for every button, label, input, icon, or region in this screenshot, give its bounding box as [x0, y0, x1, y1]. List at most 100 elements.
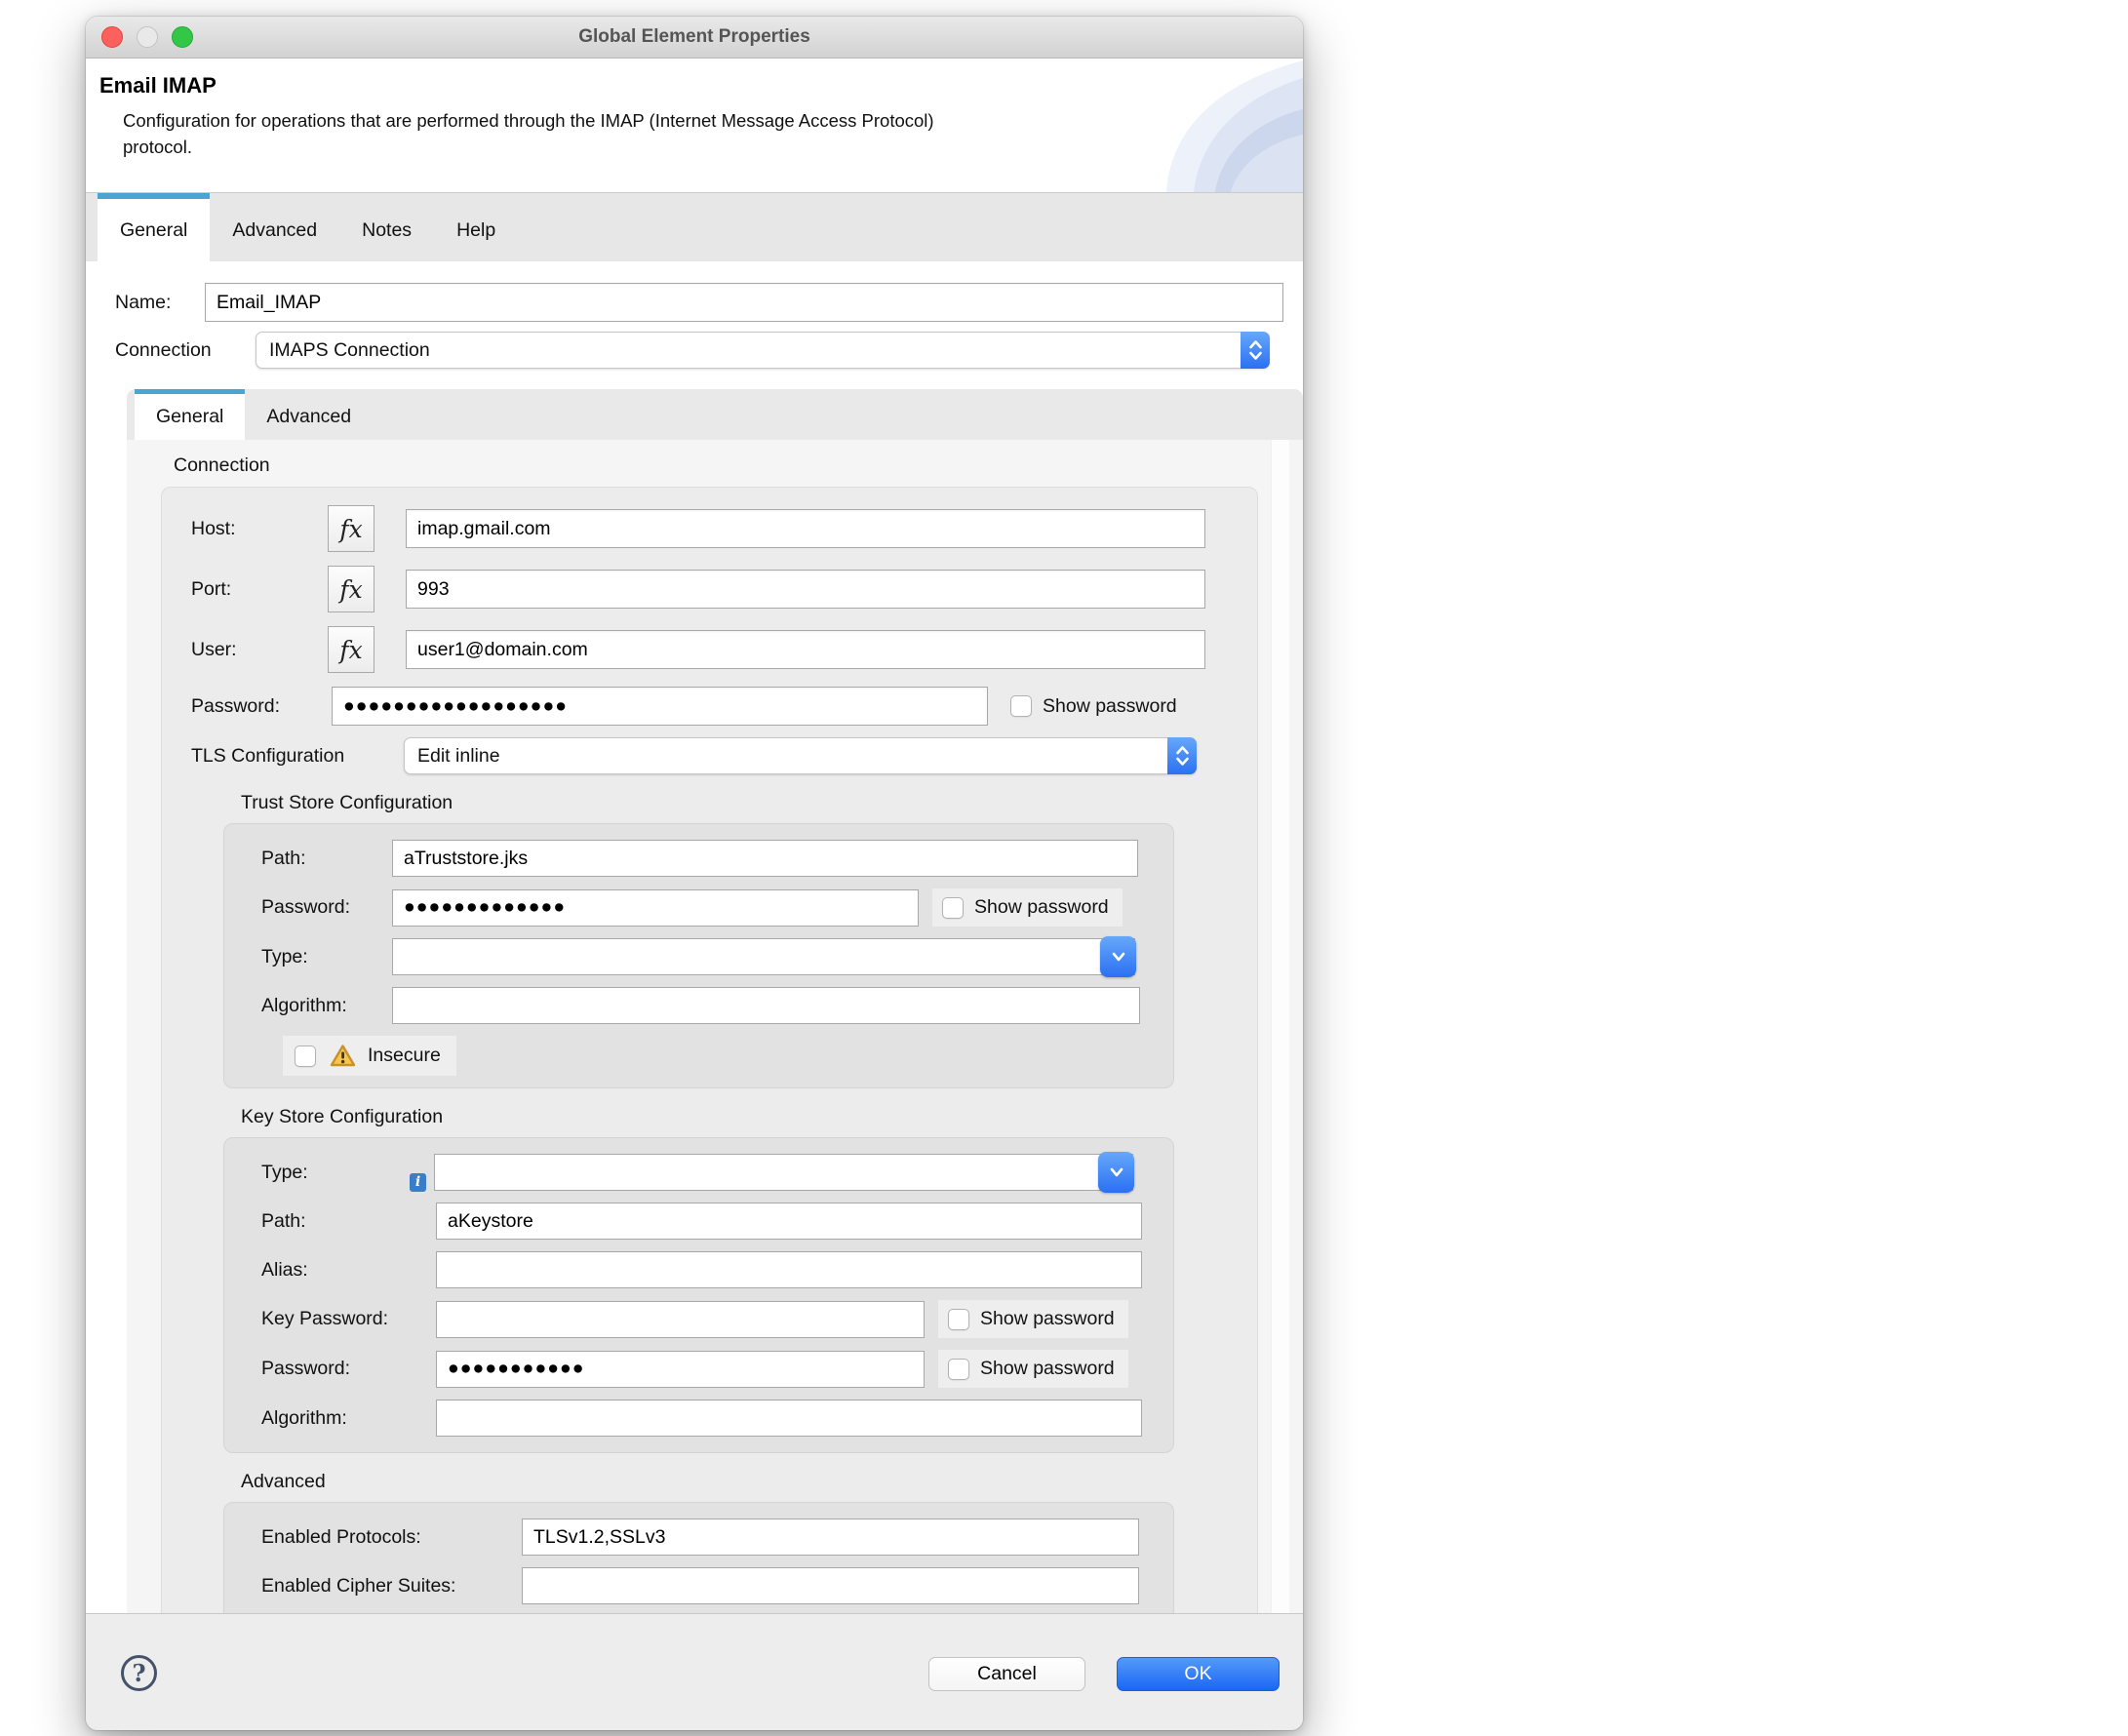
key-password-input[interactable]	[436, 1300, 925, 1338]
show-password-group: Show password	[932, 888, 1123, 927]
key-password-label: Key Password:	[261, 1308, 389, 1329]
help-button[interactable]: ?	[121, 1655, 157, 1691]
connection-group-box: Host: fx Port: fx User: fx	[161, 487, 1258, 1613]
key-password-row: Key Password: Show password	[261, 1300, 1173, 1338]
insecure-group: Insecure	[283, 1036, 456, 1076]
trust-type-row: Type:	[261, 936, 1173, 977]
user-input[interactable]	[406, 630, 1205, 669]
connection-select-value: IMAPS Connection	[269, 338, 430, 361]
connection-config-panel: General Advanced Connection Host: fx Po	[127, 389, 1303, 1613]
name-input[interactable]	[205, 283, 1283, 322]
password-label: Password:	[191, 694, 281, 717]
scrollbar-track[interactable]	[1271, 440, 1289, 1613]
insecure-row: Insecure	[261, 1036, 1173, 1076]
trust-store-group-label: Trust Store Configuration	[241, 792, 453, 813]
tab-notes[interactable]: Notes	[339, 193, 434, 261]
fx-icon: fx	[339, 635, 363, 664]
name-row: Name:	[115, 283, 1303, 322]
trust-show-password-checkbox[interactable]	[942, 896, 964, 919]
host-row: Host: fx	[191, 505, 1257, 552]
trust-path-input[interactable]	[392, 840, 1138, 877]
key-alias-row: Alias:	[261, 1251, 1173, 1288]
password-input[interactable]	[332, 687, 988, 726]
keystore-password-show-checkbox[interactable]	[948, 1358, 969, 1380]
key-type-row: Type: i	[261, 1152, 1173, 1193]
host-input[interactable]	[406, 509, 1205, 548]
advanced-group-box: Enabled Protocols: Enabled Cipher Suites…	[223, 1502, 1174, 1613]
inner-tabbar: General Advanced	[127, 389, 1303, 440]
warning-icon	[330, 1044, 356, 1068]
fx-expression-button-host[interactable]: fx	[328, 505, 374, 552]
fx-expression-button-user[interactable]: fx	[328, 626, 374, 673]
insecure-checkbox[interactable]	[295, 1045, 316, 1067]
host-label: Host:	[191, 517, 236, 539]
chevron-down-icon	[1100, 936, 1136, 977]
trust-password-row: Password: Show password	[261, 888, 1173, 927]
trust-algorithm-row: Algorithm:	[261, 987, 1173, 1024]
inner-tab-general[interactable]: General	[135, 389, 246, 440]
titlebar[interactable]: Global Element Properties	[86, 17, 1303, 59]
minimize-button[interactable]	[137, 26, 158, 48]
desktop-background: Global Element Properties Email IMAP Con…	[0, 0, 2128, 1736]
password-row: Password: Show password	[191, 687, 1257, 726]
connection-label: Connection	[115, 338, 212, 361]
key-algorithm-input[interactable]	[436, 1400, 1142, 1437]
inner-tab-advanced[interactable]: Advanced	[245, 389, 373, 440]
enabled-protocols-input[interactable]	[522, 1519, 1139, 1556]
trust-path-label: Path:	[261, 847, 306, 869]
tab-advanced[interactable]: Advanced	[210, 193, 339, 261]
port-input[interactable]	[406, 570, 1205, 609]
dialog-description: Configuration for operations that are pe…	[123, 110, 934, 157]
key-alias-input[interactable]	[436, 1251, 1142, 1288]
stepper-icon	[1167, 737, 1197, 774]
user-row: User: fx	[191, 626, 1257, 673]
tab-general[interactable]: General	[98, 193, 211, 261]
enabled-cipher-suites-label: Enabled Cipher Suites:	[261, 1574, 456, 1597]
enabled-cipher-suites-input[interactable]	[522, 1567, 1139, 1604]
advanced-group-label: Advanced	[241, 1471, 326, 1492]
show-password-group: Show password	[938, 1350, 1128, 1388]
trust-type-combo[interactable]	[392, 936, 1136, 977]
key-password-show-checkbox[interactable]	[948, 1308, 969, 1330]
dialog-body: Name: Connection IMAPS Connection Ge	[86, 261, 1303, 1613]
main-fields: Name: Connection IMAPS Connection	[86, 261, 1303, 369]
trust-store-group-box: Path: Password: Show password	[223, 823, 1174, 1088]
ok-button[interactable]: OK	[1117, 1657, 1280, 1691]
trust-password-label: Password:	[261, 896, 351, 918]
window-title: Global Element Properties	[578, 26, 810, 47]
key-type-combo[interactable]	[434, 1152, 1134, 1193]
global-element-properties-dialog: Global Element Properties Email IMAP Con…	[86, 17, 1303, 1730]
cancel-button[interactable]: Cancel	[928, 1657, 1085, 1691]
key-algorithm-row: Algorithm:	[261, 1400, 1173, 1437]
fx-icon: fx	[339, 514, 363, 543]
insecure-label: Insecure	[368, 1045, 441, 1066]
enabled-protocols-row: Enabled Protocols:	[261, 1519, 1173, 1556]
keystore-password-input[interactable]	[436, 1350, 925, 1388]
port-label: Port:	[191, 577, 232, 600]
close-button[interactable]	[101, 26, 123, 48]
tab-help[interactable]: Help	[434, 193, 518, 261]
connection-select[interactable]: IMAPS Connection	[256, 332, 1270, 369]
port-row: Port: fx	[191, 566, 1257, 612]
fx-icon: fx	[339, 574, 363, 604]
show-password-checkbox[interactable]	[1010, 695, 1032, 717]
key-path-input[interactable]	[436, 1203, 1142, 1240]
tls-configuration-row: TLS Configuration Edit inline	[191, 737, 1257, 774]
key-path-row: Path:	[261, 1203, 1173, 1240]
show-password-label: Show password	[980, 1358, 1115, 1379]
fx-expression-button-port[interactable]: fx	[328, 566, 374, 612]
trust-password-input[interactable]	[392, 888, 919, 927]
enabled-protocols-label: Enabled Protocols:	[261, 1525, 421, 1548]
trust-type-label: Type:	[261, 945, 308, 967]
question-mark-icon: ?	[132, 1659, 146, 1687]
trust-algorithm-input[interactable]	[392, 987, 1140, 1024]
show-password-label: Show password	[1043, 694, 1177, 717]
show-password-label: Show password	[974, 896, 1109, 918]
zoom-button[interactable]	[172, 26, 193, 48]
keystore-password-label: Password:	[261, 1358, 351, 1379]
info-icon[interactable]: i	[410, 1172, 426, 1192]
tls-configuration-select[interactable]: Edit inline	[404, 737, 1197, 774]
connection-row: Connection IMAPS Connection	[115, 332, 1303, 369]
trust-path-row: Path:	[261, 840, 1173, 877]
inner-tab-content: Connection Host: fx Port: fx	[127, 440, 1303, 1613]
